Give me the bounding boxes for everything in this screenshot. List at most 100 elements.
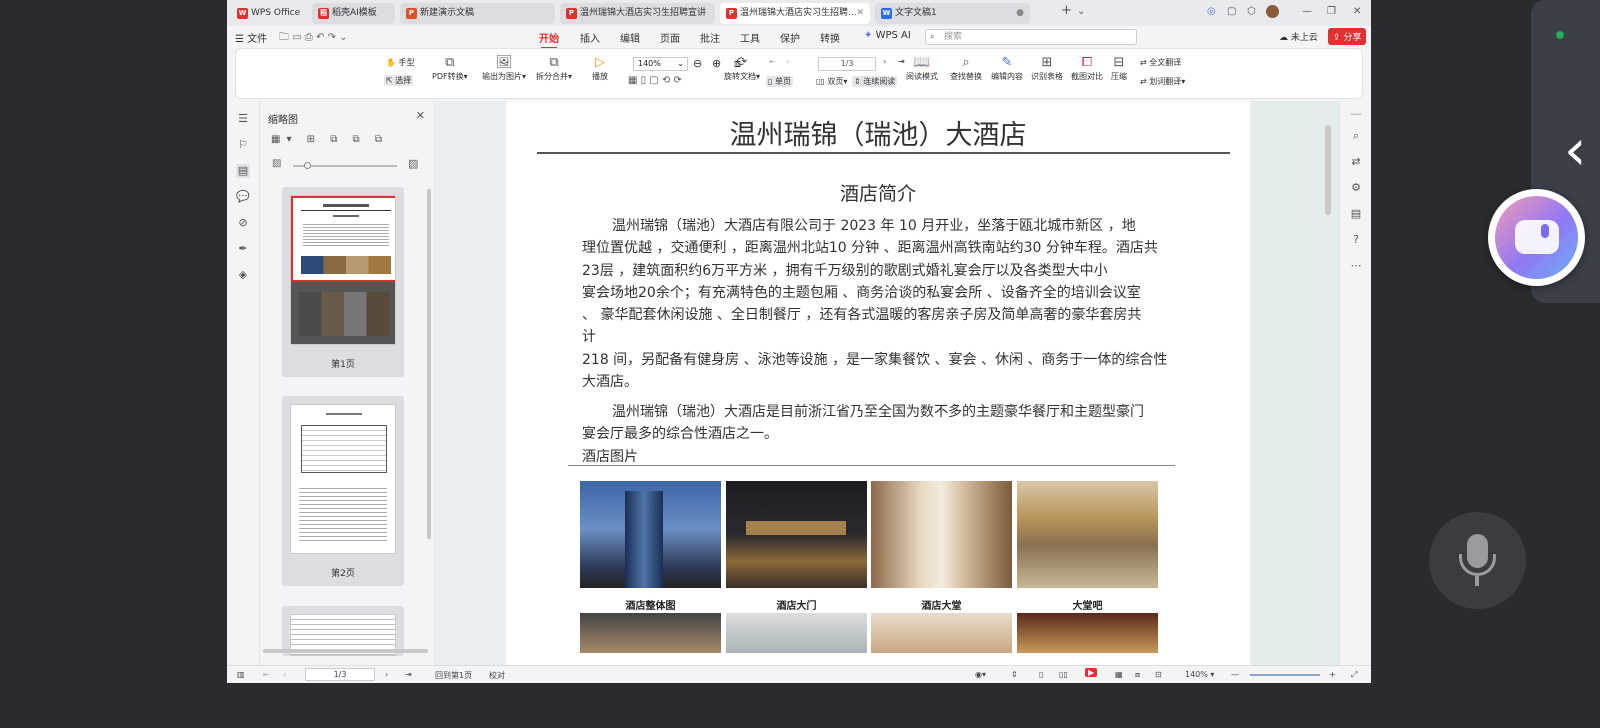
thumbnail-page-1[interactable]: 第1页 — [282, 187, 404, 377]
split-merge-button[interactable]: ⧉ 拆分合并▾ — [536, 55, 572, 82]
double-view-icon[interactable]: ▯▯ — [1059, 670, 1068, 679]
thumbnail-page-2[interactable]: 第2页 — [282, 396, 404, 586]
prev-page-icon[interactable]: ‹ — [786, 57, 789, 66]
zoom-out-icon[interactable]: — — [1231, 670, 1239, 679]
next-page-icon[interactable]: › — [385, 670, 388, 679]
large-image-icon[interactable]: ▨ — [408, 157, 418, 170]
window-icon[interactable]: ▢ — [1227, 6, 1236, 17]
double-page-button[interactable]: ▯▯ 双页▾ — [816, 76, 847, 87]
search-input[interactable]: ⌕ 搜索 — [925, 29, 1137, 45]
close-icon[interactable]: ● — [1016, 3, 1024, 24]
signature-icon[interactable]: ✒ — [236, 242, 250, 256]
layers-icon[interactable]: ◈ — [236, 268, 250, 282]
tab-presentation[interactable]: P 新建演示文稿 — [400, 3, 555, 24]
help-icon[interactable]: ? — [1349, 233, 1363, 246]
collapse-icon[interactable]: — — [1349, 107, 1363, 120]
page-input[interactable]: 1/3 — [818, 57, 876, 71]
sidebar-toggle-icon[interactable]: ▥ — [237, 670, 245, 679]
rotate-button[interactable]: ⟳ 旋转文档▾ — [724, 55, 760, 82]
cloud-status[interactable]: ☁ 未上云 — [1279, 30, 1318, 43]
continuous-view-icon[interactable]: ⇕ — [1011, 670, 1018, 679]
menu-convert[interactable]: 转换 — [820, 30, 840, 45]
proofread-link[interactable]: 校对 — [489, 670, 505, 681]
read-mode-button[interactable]: 📖 阅读模式 — [906, 55, 938, 82]
eye-icon[interactable]: ◉▾ — [975, 670, 986, 679]
next-page-icon[interactable]: › — [883, 57, 886, 66]
menu-tools[interactable]: 工具 — [740, 30, 760, 45]
thumbnail-scrollbar[interactable] — [427, 189, 431, 539]
zoom-out-icon[interactable]: ⊖ — [693, 57, 702, 70]
export-image-button[interactable]: 🖼 输出为图片▾ — [482, 55, 526, 82]
thumbnail-size-slider[interactable] — [293, 162, 397, 169]
translate-full-button[interactable]: ⇄ 全文翻译 — [1140, 57, 1181, 68]
last-page-icon[interactable]: ⇥ — [405, 670, 412, 679]
ai-icon[interactable]: ◎ — [1207, 6, 1216, 17]
menu-protect[interactable]: 保护 — [780, 30, 800, 45]
first-page-icon[interactable]: ⇤ — [769, 57, 776, 66]
zoom-in-icon[interactable]: + — [1329, 670, 1336, 679]
tab-pdf-active[interactable]: P 温州瑞锦大酒店实习生招聘... ✕ — [720, 3, 870, 24]
close-icon[interactable]: ✕ — [416, 109, 425, 122]
cube-icon[interactable]: ⬡ — [1247, 6, 1256, 17]
chevron-left-icon[interactable]: ‹ — [1564, 118, 1586, 183]
search-icon[interactable]: ⌕ — [1349, 129, 1363, 143]
menu-page[interactable]: 页面 — [660, 30, 680, 45]
find-replace-button[interactable]: ⌕ 查找替换 — [950, 55, 982, 82]
minimize-icon[interactable]: — — [1302, 6, 1312, 17]
stamp-icon[interactable]: ⊡ — [1155, 670, 1162, 679]
bookmark-icon[interactable]: ⚐ — [236, 138, 250, 152]
pdf-convert-button[interactable]: ⧉ PDF转换▾ — [432, 55, 468, 82]
single-view-icon[interactable]: ▯ — [1039, 670, 1043, 679]
select-tool[interactable]: ⇱ 选择 — [384, 75, 414, 86]
screenshot-compare-button[interactable]: ⧠ 截图对比 — [1071, 55, 1103, 82]
compress-button[interactable]: ⊟ 压缩 — [1111, 55, 1127, 82]
ai-assistant-button[interactable] — [1488, 189, 1585, 286]
document-scrollbar[interactable] — [1325, 125, 1331, 215]
menu-start[interactable]: 开始 — [539, 30, 559, 49]
tab-pdf-1[interactable]: P 温州瑞锦大酒店实习生招聘宣讲 — [560, 3, 715, 24]
recognize-table-button[interactable]: ⊞ 识别表格 — [1031, 55, 1063, 82]
tab-word[interactable]: W 文字文稿1 ● — [875, 3, 1030, 24]
back-to-first-link[interactable]: 回到第1页 — [435, 670, 472, 681]
chevron-down-icon[interactable]: ⌄ — [1077, 6, 1085, 17]
prev-page-icon[interactable]: ‹ — [283, 670, 286, 679]
play-icon[interactable]: ▶ — [1085, 668, 1098, 677]
tab-docer[interactable]: 稻 稻壳AI模板 — [312, 3, 395, 24]
new-tab-icon[interactable]: + — [1061, 3, 1072, 18]
comment-icon[interactable]: 💬 — [236, 190, 250, 204]
restore-icon[interactable]: ❐ — [1327, 6, 1336, 17]
fullscreen-icon[interactable]: ⤢ — [1351, 670, 1357, 680]
share-button[interactable]: ⇪ 分享 — [1328, 28, 1367, 45]
single-page-button[interactable]: ▯ 单页 — [766, 76, 793, 87]
zoom-slider[interactable] — [1250, 674, 1320, 676]
close-window-icon[interactable]: ✕ — [1353, 6, 1361, 17]
last-page-icon[interactable]: ⇥ — [898, 57, 905, 66]
hand-tool[interactable]: ✋ 手型 — [386, 57, 415, 68]
thumbnail-hscrollbar[interactable] — [263, 649, 428, 653]
thumbnail-icon[interactable]: ▤ — [236, 164, 250, 178]
continuous-read-button[interactable]: ⇕ 连续阅读 — [852, 76, 898, 87]
slider-knob[interactable] — [304, 162, 311, 169]
status-zoom[interactable]: 140% ▾ — [1185, 670, 1214, 679]
zoom-select[interactable]: 140% ⌄ — [633, 57, 688, 71]
menu-wps-ai[interactable]: ✦ WPS AI — [864, 30, 911, 41]
settings-icon[interactable]: ⚙ — [1349, 181, 1363, 194]
menu-insert[interactable]: 插入 — [580, 30, 600, 45]
more-icon[interactable]: ⋯ — [1349, 259, 1363, 272]
status-page-input[interactable]: 1/3 — [305, 668, 375, 681]
translate-select-button[interactable]: ⇄ 划词翻译▾ — [1140, 76, 1185, 87]
close-icon[interactable]: ✕ — [856, 3, 864, 24]
fit-page-icon[interactable]: ⧈ — [1135, 670, 1140, 680]
quick-tools[interactable]: 🗀 ▭ ⎙ ↶ ↷ ⌄ — [279, 30, 347, 47]
outline-icon[interactable]: ☰ — [236, 112, 250, 126]
view-tools[interactable]: ▦ ▯ ▢ ⟲ ⟳ — [628, 75, 682, 86]
small-image-icon[interactable]: ▨ — [272, 158, 281, 169]
first-page-icon[interactable]: ⇤ — [263, 670, 270, 679]
zoom-in-icon[interactable]: ⊕ — [712, 57, 721, 70]
fit-width-icon[interactable]: ▦ — [1115, 670, 1123, 679]
thumbnail-tools[interactable]: ▦▾ ⊞ ⧉ ⧉ ⧉ — [271, 134, 388, 145]
menu-file[interactable]: ☰ 文件 — [235, 30, 267, 45]
translate-icon[interactable]: ⇄ — [1349, 155, 1363, 168]
voice-input-button[interactable] — [1429, 512, 1526, 609]
book-icon[interactable]: ▤ — [1349, 207, 1363, 220]
